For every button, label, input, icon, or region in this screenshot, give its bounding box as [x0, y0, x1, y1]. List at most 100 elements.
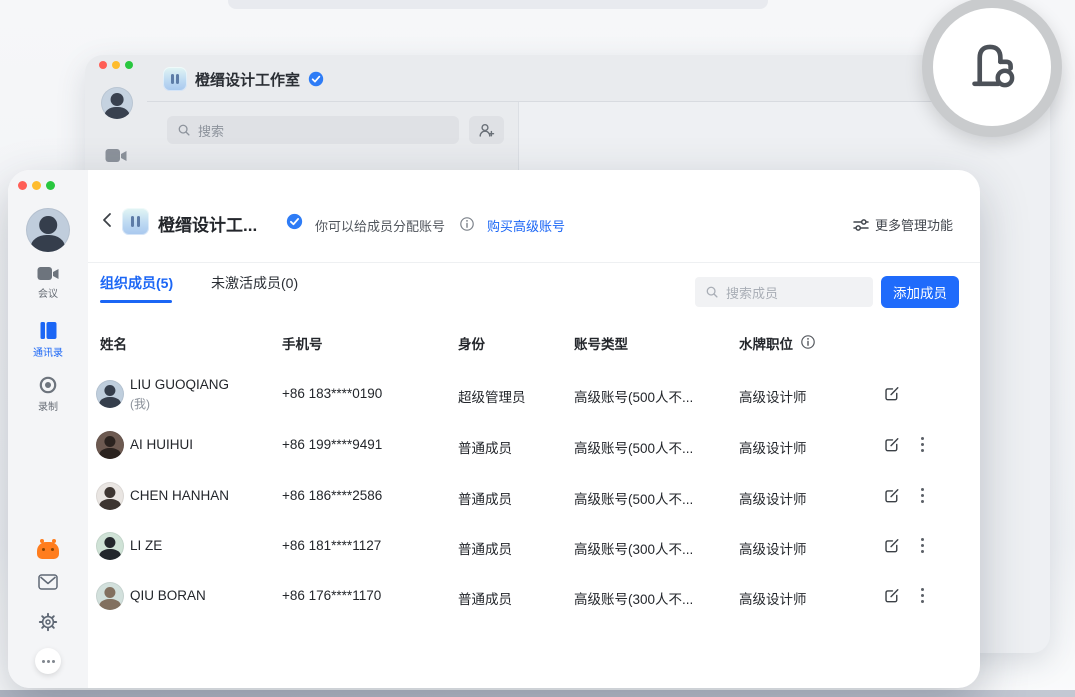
close-button[interactable]: [18, 181, 27, 190]
member-management-window: 会议 通讯录 录制: [8, 170, 980, 688]
edit-icon: [883, 486, 901, 504]
background-window-edge: [228, 0, 768, 9]
org-name: 橙缙设计工作室: [195, 69, 300, 90]
member-phone: +86 176****1170: [282, 588, 381, 603]
sidebar-item-label: 会议: [38, 285, 58, 300]
member-account-type: 高级账号(300人不...: [574, 538, 693, 558]
member-avatar: [96, 532, 124, 560]
member-name: QIU BORAN: [130, 588, 206, 603]
edit-position-button[interactable]: [883, 435, 901, 453]
buy-premium-link[interactable]: 购买高级账号: [487, 216, 565, 235]
zoom-button[interactable]: [125, 61, 133, 69]
close-button[interactable]: [99, 61, 107, 69]
table-row[interactable]: LIU GUOQIANG (我) +86 183****0190 超级管理员 高…: [8, 369, 980, 419]
divider: [147, 101, 1050, 102]
member-name: LIU GUOQIANG: [130, 377, 229, 392]
edit-icon: [883, 536, 901, 554]
desktop-edge: [0, 690, 1075, 697]
member-role: 普通成员: [458, 437, 512, 457]
sidebar-item-meeting[interactable]: 会议: [8, 266, 88, 300]
sliders-icon: [853, 217, 869, 233]
sidebar-item-more[interactable]: [8, 648, 88, 674]
row-more-button[interactable]: [921, 437, 924, 452]
row-more-button[interactable]: [921, 488, 924, 503]
sidebar-item-label: 通讯录: [33, 344, 63, 359]
col-header-name: 姓名: [100, 333, 127, 353]
verified-badge-icon: [308, 71, 324, 87]
search-icon: [177, 123, 191, 137]
org-title-bar: 橙缙设计工作室: [163, 63, 324, 95]
desktop: 橙缙设计工作室 搜索: [0, 0, 1075, 697]
col-header-account: 账号类型: [574, 333, 628, 353]
member-phone: +86 183****0190: [282, 386, 382, 401]
meeting-nav-icon[interactable]: [105, 148, 127, 164]
member-name: CHEN HANHAN: [130, 488, 229, 503]
window-controls: [99, 61, 133, 69]
me-tag: (我): [130, 395, 150, 412]
member-phone: +86 181****1127: [282, 538, 381, 553]
member-role: 超级管理员: [458, 386, 526, 406]
edit-position-button[interactable]: [883, 486, 901, 504]
zoom-button[interactable]: [46, 181, 55, 190]
tab-inactive-members[interactable]: 未激活成员(0): [211, 273, 298, 293]
edit-icon: [883, 435, 901, 453]
member-position: 高级设计师: [739, 386, 807, 406]
member-position: 高级设计师: [739, 538, 807, 558]
verified-badge-icon: [286, 213, 303, 230]
window-controls: [18, 181, 55, 190]
member-avatar: [96, 482, 124, 510]
col-header-role: 身份: [458, 333, 485, 353]
edit-position-button[interactable]: [883, 536, 901, 554]
search-placeholder: 搜索: [198, 121, 224, 140]
ellipsis-icon: [35, 648, 61, 674]
member-account-type: 高级账号(300人不...: [574, 588, 693, 608]
edit-icon: [883, 384, 901, 402]
person-add-icon: [478, 122, 495, 139]
global-search-input[interactable]: 搜索: [167, 116, 459, 144]
member-position: 高级设计师: [739, 437, 807, 457]
table-row[interactable]: QIU BORAN +86 176****1170 普通成员 高级账号(300人…: [8, 571, 980, 621]
table-row[interactable]: CHEN HANHAN +86 186****2586 普通成员 高级账号(50…: [8, 471, 980, 521]
contacts-book-icon: [38, 320, 59, 341]
more-management-label: 更多管理功能: [875, 215, 953, 234]
user-avatar[interactable]: [101, 87, 133, 119]
add-contact-button[interactable]: [469, 116, 504, 144]
org-name-truncated: 橙缙设计工...: [158, 211, 257, 236]
member-avatar: [96, 380, 124, 408]
add-member-button[interactable]: 添加成员: [881, 276, 959, 308]
member-position: 高级设计师: [739, 488, 807, 508]
minimize-button[interactable]: [112, 61, 120, 69]
member-role: 普通成员: [458, 538, 512, 558]
row-more-button[interactable]: [921, 588, 924, 603]
edit-position-button[interactable]: [883, 384, 901, 402]
info-icon[interactable]: [801, 335, 815, 349]
table-row[interactable]: AI HUIHUI +86 199****9491 普通成员 高级账号(500人…: [8, 420, 980, 470]
row-more-button[interactable]: [921, 538, 924, 553]
divider: [88, 262, 980, 263]
member-page-header: 橙缙设计工... 你可以给成员分配账号 购买高级账号 更多管理功能: [88, 170, 980, 258]
member-avatar: [96, 431, 124, 459]
organization-overlay-badge: [922, 0, 1062, 137]
edit-position-button[interactable]: [883, 586, 901, 604]
tab-org-members[interactable]: 组织成员(5): [100, 273, 173, 293]
user-avatar[interactable]: [26, 208, 70, 252]
member-name: AI HUIHUI: [130, 437, 193, 452]
edit-icon: [883, 586, 901, 604]
more-management-button[interactable]: 更多管理功能: [853, 215, 953, 234]
minimize-button[interactable]: [32, 181, 41, 190]
member-account-type: 高级账号(500人不...: [574, 488, 693, 508]
video-camera-icon: [37, 266, 59, 282]
member-phone: +86 199****9491: [282, 437, 382, 452]
member-account-type: 高级账号(500人不...: [574, 437, 693, 457]
active-tab-underline: [100, 300, 172, 303]
member-role: 普通成员: [458, 488, 512, 508]
back-button[interactable]: [100, 212, 114, 228]
member-name: LI ZE: [130, 538, 162, 553]
sidebar-item-contacts[interactable]: 通讯录: [8, 320, 88, 359]
table-row[interactable]: LI ZE +86 181****1127 普通成员 高级账号(300人不...…: [8, 521, 980, 571]
org-logo-icon: [163, 67, 187, 91]
member-search-input[interactable]: 搜索成员: [695, 277, 873, 307]
member-phone: +86 186****2586: [282, 488, 382, 503]
member-search-placeholder: 搜索成员: [726, 283, 778, 302]
info-icon[interactable]: [460, 217, 474, 231]
